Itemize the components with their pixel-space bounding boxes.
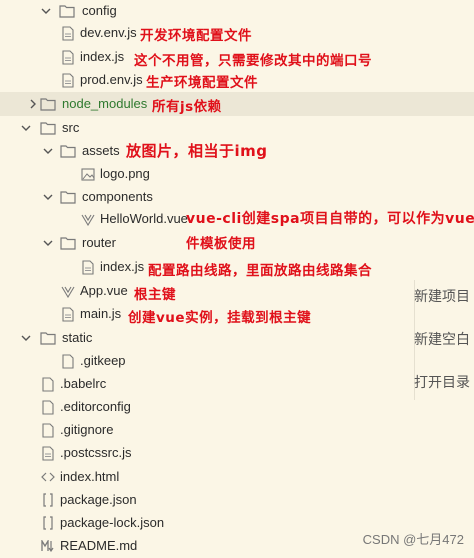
file-icon (40, 376, 56, 392)
annotation-router-index: 配置路由线路，里面放路由线路集合 (148, 263, 372, 279)
tree-label-assets: assets (82, 143, 120, 158)
menu-item-new-project[interactable]: 新建项目 (414, 286, 470, 306)
tree-row-postcssrc[interactable]: .postcssrc.js (0, 442, 474, 464)
vue-file-icon (60, 283, 76, 299)
tree-row-index-html[interactable]: index.html (0, 466, 474, 488)
tree-label-package-lock: package-lock.json (60, 515, 165, 530)
js-file-icon (60, 72, 76, 88)
folder-icon (60, 143, 76, 159)
tree-label-logo: logo.png (100, 166, 150, 181)
annotation-config-index: 这个不用管，只需要修改其中的端口号 (134, 53, 372, 69)
tree-label-main-js: main.js (80, 306, 122, 321)
js-file-icon (60, 306, 76, 322)
annotation-main-js: 创建vue实例，挂载到根主键 (128, 310, 312, 326)
tree-label-gitignore: .gitignore (60, 422, 114, 437)
chevron-down-icon[interactable] (20, 332, 32, 344)
tree-label-dev-env: dev.env.js (80, 25, 137, 40)
chevron-down-icon[interactable] (42, 145, 54, 157)
js-file-icon (60, 25, 76, 41)
annotation-assets: 放图片，相当于img (126, 142, 268, 160)
json-file-icon (40, 492, 56, 508)
tree-label-static: static (62, 330, 93, 345)
annotation-app-vue: 根主键 (134, 287, 176, 303)
menu-item-new-blank[interactable]: 新建空白 (414, 329, 470, 349)
tree-label-components: components (82, 189, 153, 204)
folder-icon (40, 120, 56, 136)
tree-row-gitkeep[interactable]: .gitkeep (0, 350, 474, 372)
tree-row-static[interactable]: static (0, 327, 474, 349)
chevron-down-icon[interactable] (42, 191, 54, 203)
tree-row-router-index[interactable]: index.js 配置路由线路，里面放路由线路集合 (0, 256, 474, 279)
tree-row-helloworld[interactable]: HelloWorld.vue vue-cli创建spa项目自带的，可以作为vue… (0, 208, 474, 230)
json-file-icon (40, 515, 56, 531)
tree-label-config-index: index.js (80, 49, 125, 64)
tree-label-app-vue: App.vue (80, 283, 128, 298)
chevron-down-icon[interactable] (20, 122, 32, 134)
tree-label-postcssrc: .postcssrc.js (60, 445, 132, 460)
tree-row-prod-env[interactable]: prod.env.js 生产环境配置文件 (0, 69, 474, 91)
folder-icon (59, 3, 75, 19)
vue-file-icon (80, 211, 96, 227)
folder-icon (40, 330, 56, 346)
js-file-icon (80, 259, 96, 275)
watermark: CSDN @七月472 (362, 532, 464, 547)
tree-row-main-js[interactable]: main.js 创建vue实例，挂载到根主键 (0, 303, 474, 326)
folder-icon (40, 96, 56, 112)
tree-label-index-html: index.html (60, 469, 120, 484)
js-file-icon (40, 445, 56, 461)
tree-row-gitignore[interactable]: .gitignore (0, 419, 474, 441)
tree-label-src: src (62, 120, 80, 135)
chevron-down-icon[interactable] (40, 5, 52, 17)
tree-label-router: router (82, 235, 116, 250)
tree-row-src[interactable]: src (0, 117, 474, 139)
tree-label-editorconfig: .editorconfig (60, 399, 131, 414)
tree-row-components[interactable]: components (0, 186, 474, 208)
tree-row-app-vue[interactable]: App.vue 根主键 (0, 280, 474, 303)
chevron-down-icon[interactable] (42, 237, 54, 249)
tree-label-helloworld: HelloWorld.vue (100, 211, 188, 226)
annotation-helloworld-1: vue-cli创建spa项目自带的，可以作为vue文 (186, 211, 474, 227)
markdown-file-icon (40, 538, 56, 554)
tree-row-dev-env[interactable]: dev.env.js 开发环境配置文件 (0, 22, 474, 44)
tree-row-config[interactable]: config (0, 0, 474, 22)
menu-item-open-dir[interactable]: 打开目录 (414, 372, 470, 392)
tree-row-node-modules[interactable]: node_modules 所有js依赖 (0, 92, 474, 116)
tree-label-package-json: package.json (60, 492, 137, 507)
chevron-right-icon[interactable] (27, 98, 39, 110)
html-file-icon (40, 469, 56, 485)
annotation-dev-env: 开发环境配置文件 (140, 28, 252, 44)
folder-icon (60, 235, 76, 251)
tree-label-readme: README.md (60, 538, 138, 553)
file-explorer-tree: config dev.env.js 开发环境配置文件 index.js 这个不用… (0, 0, 474, 558)
image-file-icon (80, 166, 96, 182)
tree-row-assets[interactable]: assets 放图片，相当于img (0, 140, 474, 162)
tree-row-editorconfig[interactable]: .editorconfig (0, 396, 474, 418)
tree-label-babelrc: .babelrc (60, 376, 107, 391)
tree-row-config-index[interactable]: index.js 这个不用管，只需要修改其中的端口号 (0, 46, 474, 69)
file-icon (40, 399, 56, 415)
annotation-prod-env: 生产环境配置文件 (146, 75, 258, 91)
tree-row-package-json[interactable]: package.json (0, 489, 474, 511)
tree-label-router-index: index.js (100, 259, 145, 274)
tree-label-node-modules: node_modules (62, 96, 148, 111)
file-icon (60, 353, 76, 369)
folder-icon (60, 189, 76, 205)
tree-label-gitkeep: .gitkeep (80, 353, 126, 368)
js-file-icon (60, 49, 76, 65)
annotation-node-modules: 所有js依赖 (152, 99, 222, 115)
tree-row-router[interactable]: router (0, 232, 474, 254)
tree-label-prod-env: prod.env.js (80, 72, 143, 87)
file-icon (40, 422, 56, 438)
tree-row-logo[interactable]: logo.png (0, 163, 474, 185)
tree-label-config: config (82, 3, 117, 18)
tree-row-babelrc[interactable]: .babelrc (0, 373, 474, 395)
